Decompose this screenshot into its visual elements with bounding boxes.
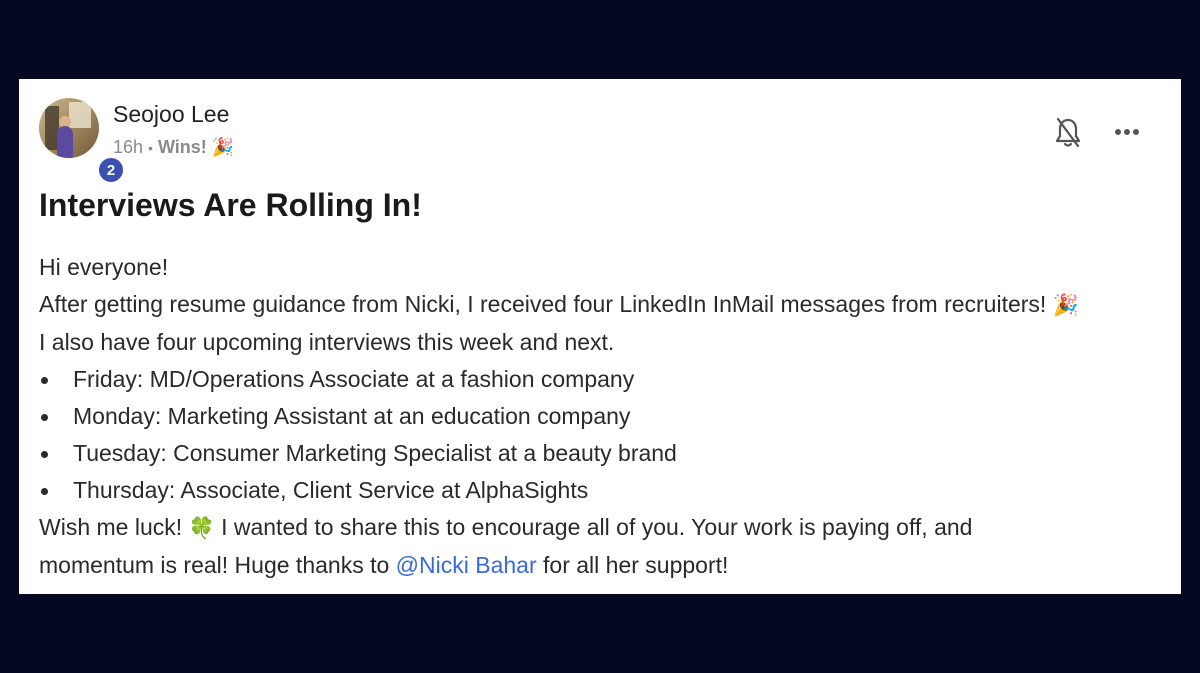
author-avatar-container[interactable]: 2 — [39, 98, 125, 184]
four-leaf-clover-icon: 🍀 — [188, 517, 215, 540]
level-badge: 2 — [97, 156, 125, 184]
list-item: Friday: MD/Operations Associate at a fas… — [39, 361, 1164, 398]
post-time: 16h — [113, 137, 144, 157]
final-text-end: for all her support! — [543, 552, 729, 578]
greeting-text: Hi everyone! — [39, 254, 169, 280]
post-title: Interviews Are Rolling In! — [39, 187, 422, 223]
avatar[interactable] — [39, 98, 99, 158]
party-popper-icon: 🎉 — [211, 137, 235, 157]
author-name[interactable]: Seojoo Lee — [113, 101, 229, 128]
party-popper-icon: 🎉 — [1052, 294, 1079, 317]
list-item: Monday: Marketing Assistant at an educat… — [39, 398, 1164, 435]
post-card: 2 Seojoo Lee 16h • Wins! 🎉 Interviews Ar… — [19, 79, 1181, 594]
interview-list: Friday: MD/Operations Associate at a fas… — [39, 361, 1164, 509]
body-line-text: I also have four upcoming interviews thi… — [39, 329, 615, 355]
closing-line: Wish me luck! 🍀 I wanted to share this t… — [39, 509, 1164, 547]
closing-text-continued: I wanted to share this to encourage all … — [221, 514, 973, 540]
list-item: Tuesday: Consumer Marketing Specialist a… — [39, 435, 1164, 472]
more-options-icon[interactable] — [1112, 117, 1142, 147]
body-line: After getting resume guidance from Nicki… — [39, 286, 1164, 324]
post-meta: 16h • Wins! 🎉 — [113, 137, 234, 158]
closing-text: Wish me luck! — [39, 514, 183, 540]
user-mention-link[interactable]: @Nicki Bahar — [396, 552, 537, 578]
final-line: momentum is real! Huge thanks to @Nicki … — [39, 547, 1164, 584]
list-item: Thursday: Associate, Client Service at A… — [39, 472, 1164, 509]
post-category[interactable]: Wins! — [158, 137, 207, 158]
bell-off-icon[interactable] — [1054, 117, 1082, 149]
post-body: Hi everyone! After getting resume guidan… — [39, 249, 1164, 584]
body-line-text: After getting resume guidance from Nicki… — [39, 291, 1047, 317]
final-text: momentum is real! Huge thanks to — [39, 552, 390, 578]
meta-separator: • — [148, 139, 153, 156]
